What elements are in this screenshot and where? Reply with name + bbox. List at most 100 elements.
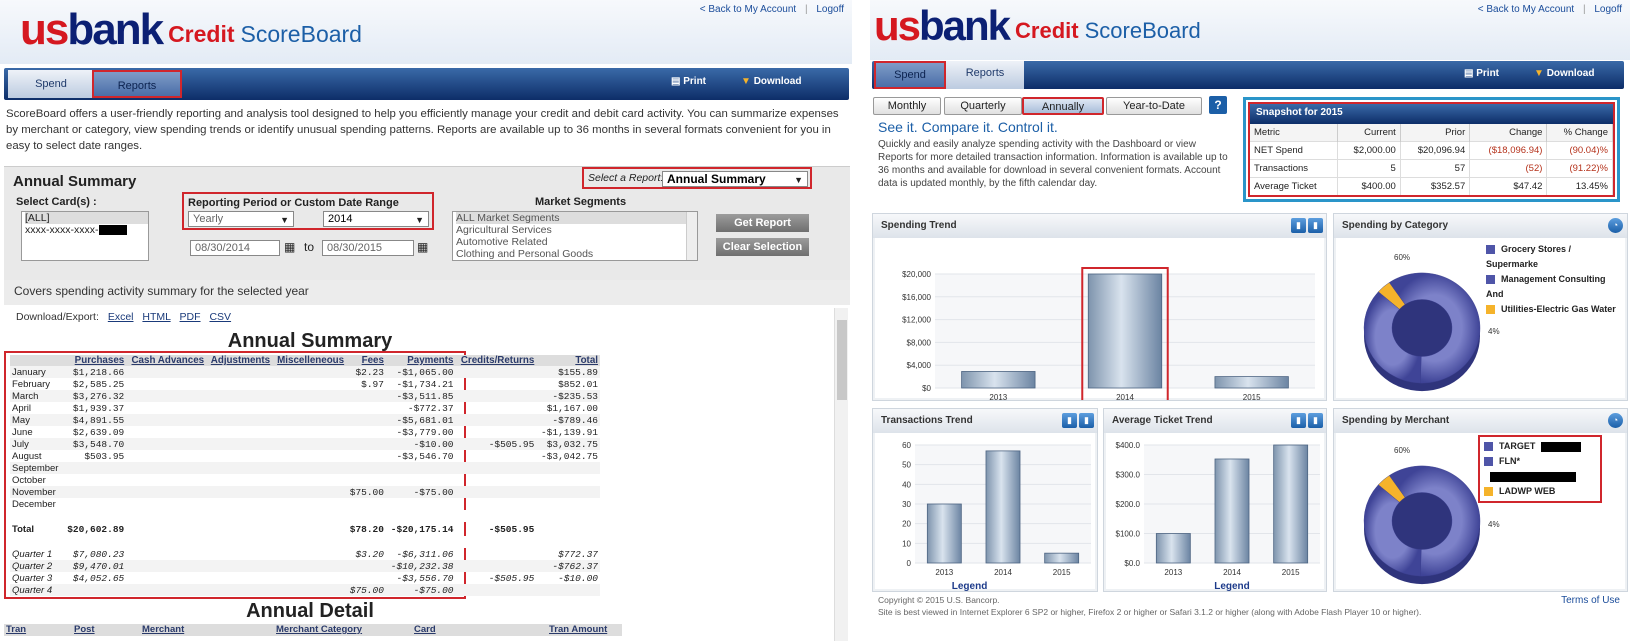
x-tick-label: 2014 [994,568,1012,577]
tagline: See it. Compare it. Control it. [878,119,1058,135]
legend-item[interactable]: Grocery Stores / Supermarke [1486,242,1625,272]
period-dropdown[interactable]: Yearly ▼ [188,211,294,227]
help-icon[interactable]: ? [1209,96,1227,114]
tab-spend[interactable]: Spend [8,70,94,98]
y-tick-label: $0.0 [1124,559,1140,568]
intro-text: ScoreBoard offers a user-friendly report… [6,108,839,152]
card-option[interactable]: xxxx-xxxx-xxxx- [25,224,148,236]
terms-of-use-link[interactable]: Terms of Use [1561,595,1620,606]
chevron-down-icon: ▼ [794,175,803,185]
get-report-button[interactable]: Get Report [716,214,809,232]
logoff-link[interactable]: Logoff [1594,4,1622,15]
col-header[interactable]: Credits/Returns [455,355,537,366]
export-html-link[interactable]: HTML [142,311,170,323]
merchant-legend: TARGET FLN* LADWP WEB [1478,435,1602,503]
bar-chart-icon[interactable]: ▮ [1079,413,1094,428]
pie-chart-icon[interactable]: ◔ [1608,218,1623,233]
logoff-link[interactable]: Logoff [816,4,844,15]
clear-selection-button[interactable]: Clear Selection [716,238,809,256]
col-header[interactable]: Miscelleneous [272,355,347,366]
col-header[interactable]: Adjustments [206,355,273,366]
table-row: April $1,939.37 -$772.37 $1,167.00 [12,402,598,414]
export-pdf-link[interactable]: PDF [180,311,201,323]
snapshot-header: Change [1469,124,1548,141]
segment-option[interactable]: ALL Market Segments [456,212,697,224]
dashboard-panel: usbank Credit ScoreBoard < Back to My Ac… [870,0,1630,641]
bar [1155,533,1191,564]
col-header[interactable]: Total [536,355,600,366]
download-button[interactable]: ▼ Download [1534,68,1594,79]
col-post[interactable]: Post [74,624,95,635]
logo-bank: bank [919,2,1011,49]
scrollbar-thumb[interactable] [837,320,847,400]
year-dropdown[interactable]: 2014 ▼ [323,211,429,227]
legend-link[interactable]: Legend [1214,581,1250,592]
col-header[interactable]: Payments [385,355,456,366]
select-report-dropdown[interactable]: Annual Summary ▼ [662,171,808,187]
tab-spend[interactable]: Spend [874,61,946,89]
legend-swatch [1484,487,1493,497]
y-tick-label: $12,000 [902,316,931,325]
print-button[interactable]: ▤ Print [671,76,706,87]
legend-item[interactable]: LADWP WEB [1484,484,1596,499]
tab-year-to-date[interactable]: Year-to-Date [1106,97,1202,115]
col-header[interactable] [10,355,63,366]
back-to-account-link[interactable]: < Back to My Account [1478,4,1574,15]
segment-option[interactable]: Clothing and Personal Goods [456,248,697,260]
col-tran[interactable]: Tran [6,624,26,635]
segments-listbox[interactable]: ALL Market Segments Agricultural Service… [452,211,698,261]
back-to-account-link[interactable]: < Back to My Account [700,4,796,15]
tab-annually[interactable]: Annually [1022,97,1104,115]
col-header[interactable]: Cash Advances [126,355,207,366]
listbox-scrollbar[interactable] [686,212,697,260]
download-button[interactable]: ▼ Download [741,76,801,87]
export-csv-link[interactable]: CSV [209,311,231,323]
export-excel-link[interactable]: Excel [108,311,134,323]
col-header[interactable]: Purchases [62,355,127,366]
bar-chart-icon[interactable]: ▮ [1062,413,1077,428]
y-tick-label: $0 [922,384,931,393]
tab-reports[interactable]: Reports [946,61,1024,89]
legend-link[interactable]: Legend [952,581,988,592]
col-merchant[interactable]: Merchant [142,624,184,635]
legend-swatch [1486,245,1495,255]
x-tick-label: 2014 [1116,393,1134,400]
calendar-icon[interactable]: ▦ [284,240,295,254]
snapshot-row: Average Ticket $400.00 $352.57 $47.42 13.45% [1250,176,1613,195]
legend-item[interactable]: Management Consulting And [1486,272,1625,302]
calendar-icon[interactable]: ▦ [417,240,428,254]
bar-chart-icon[interactable]: ▮ [1291,413,1306,428]
segment-option[interactable]: Agricultural Services [456,224,697,236]
y-tick-label: $20,000 [902,270,931,279]
bar-chart-icon[interactable]: ▮ [1308,218,1323,233]
legend-item[interactable]: FLN* [1484,454,1596,484]
tab-reports[interactable]: Reports [92,70,182,98]
card-option-all[interactable]: [ALL] [25,212,148,224]
col-tran-amount[interactable]: Tran Amount [549,624,607,635]
col-merchant-category[interactable]: Merchant Category [276,624,362,635]
cards-listbox[interactable]: [ALL] xxxx-xxxx-xxxx- [21,211,149,261]
col-card[interactable]: Card [414,624,436,635]
col-header[interactable]: Fees [346,355,386,366]
y-tick-label: 10 [902,539,911,548]
legend-item[interactable]: TARGET [1484,439,1596,454]
table-row: Quarter 4 $75.00 -$75.00 [10,584,600,596]
print-button[interactable]: ▤ Print [1464,68,1499,79]
legend-label: LADWP WEB [1499,486,1556,496]
download-export-bar: Download/Export: Excel HTML PDF CSV [16,311,231,323]
top-links: < Back to My Account | Logoff [694,4,844,15]
bar-chart-icon[interactable]: ▮ [1308,413,1323,428]
pie-chart-icon[interactable]: ◔ [1608,413,1623,428]
date-from-input[interactable]: 08/30/2014 [190,240,280,256]
page-scrollbar[interactable] [834,308,848,641]
tab-quarterly[interactable]: Quarterly [944,97,1022,115]
segment-option[interactable]: Automotive Related [456,236,697,248]
tab-monthly[interactable]: Monthly [873,97,941,115]
legend-item[interactable]: Utilities-Electric Gas Water [1486,302,1625,317]
download-icon: ▼ [1534,68,1547,79]
date-to-input[interactable]: 08/30/2015 [322,240,414,256]
annual-detail-heading: Annual Detail [246,600,374,622]
download-icon: ▼ [741,76,754,87]
bar-chart-icon[interactable]: ▮ [1291,218,1306,233]
legend-swatch [1484,442,1493,452]
